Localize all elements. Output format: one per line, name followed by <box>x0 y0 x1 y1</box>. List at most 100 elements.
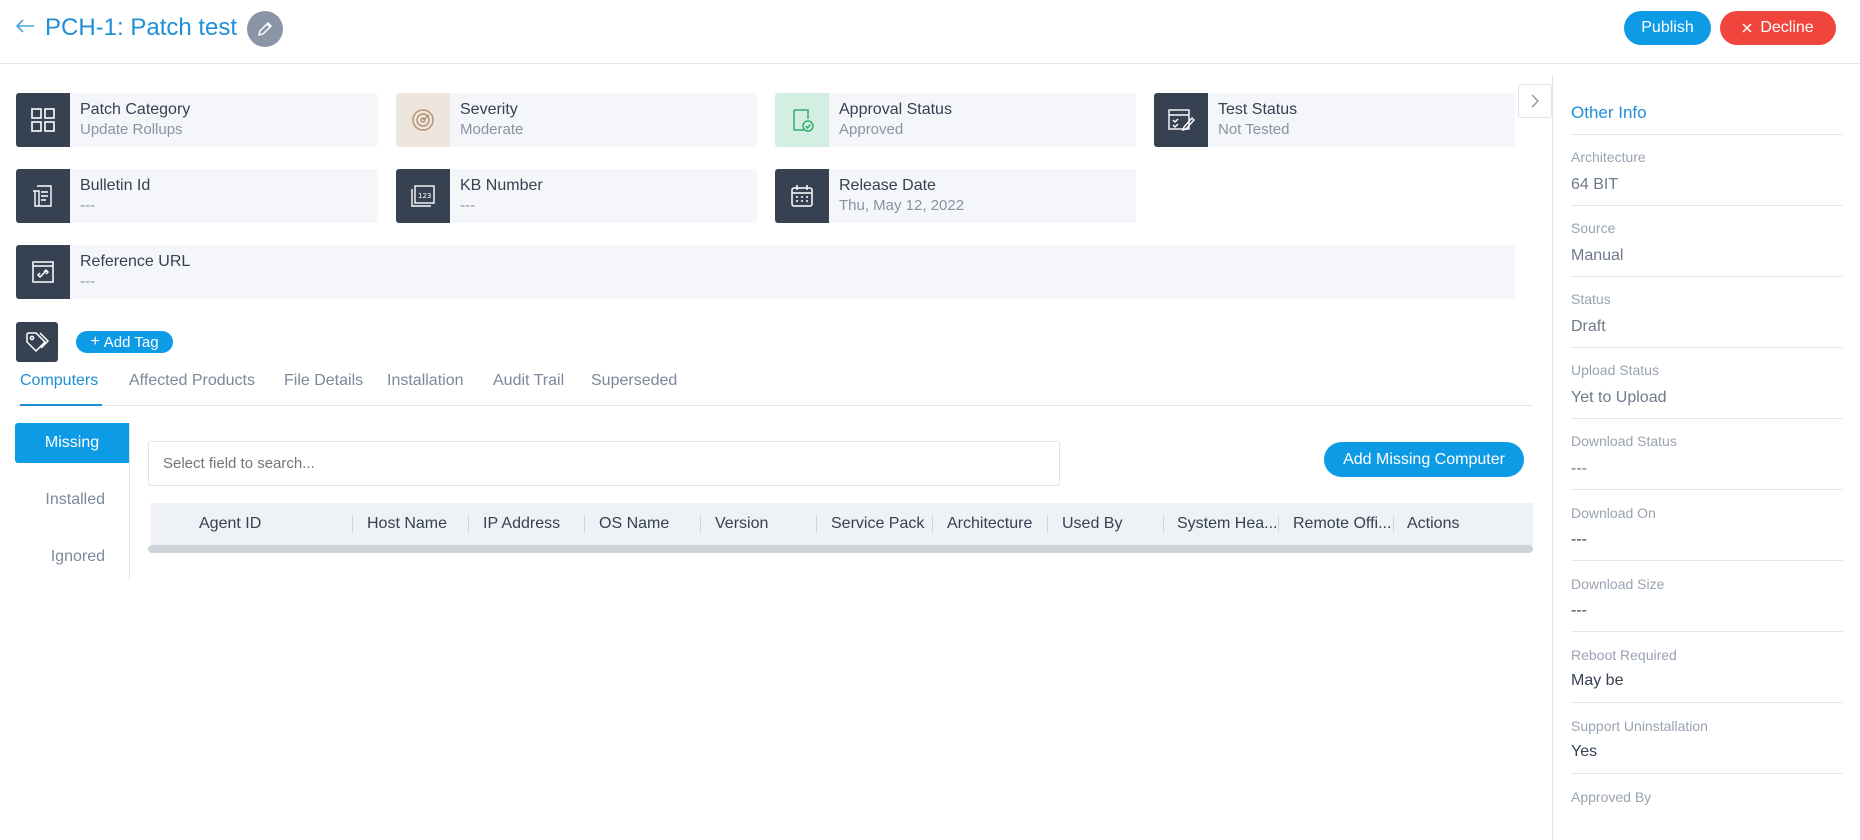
column-divider <box>1278 516 1279 532</box>
test-status-card: Test Status Not Tested <box>1154 93 1515 147</box>
info-label-upload-status: Upload Status <box>1571 362 1659 378</box>
card-label: Test Status <box>1218 101 1298 118</box>
divider <box>1571 702 1843 703</box>
chevron-right-icon <box>1531 94 1539 108</box>
column-version[interactable]: Version <box>715 503 768 545</box>
pencil-icon <box>257 21 273 37</box>
column-actions: Actions <box>1407 515 1460 532</box>
page-header: PCH-1: Patch test Publish Decline <box>0 0 1860 64</box>
column-divider <box>584 516 585 532</box>
info-value-upload-status: Yet to Upload <box>1571 389 1667 406</box>
info-value-source: Manual <box>1571 247 1624 264</box>
column-divider <box>1393 516 1394 532</box>
status-filter: Missing Installed Ignored <box>15 423 130 580</box>
collapse-panel-button[interactable] <box>1518 84 1552 118</box>
column-service-pack[interactable]: Service Pack <box>831 503 924 545</box>
divider <box>1571 631 1843 632</box>
add-tag-button[interactable]: + Add Tag <box>76 331 173 353</box>
info-value-status: Draft <box>1571 318 1606 335</box>
approved-check-icon <box>775 93 829 147</box>
card-label: Release Date <box>839 177 936 194</box>
tab-file-details[interactable]: File Details <box>284 366 363 406</box>
info-value-architecture: 64 BIT <box>1571 176 1619 193</box>
column-divider <box>816 516 817 532</box>
info-label-approved-by: Approved By <box>1571 789 1652 805</box>
info-value-reboot-required: May be <box>1571 672 1624 689</box>
kb-number-card: 123 KB Number --- <box>396 169 757 223</box>
reference-url-card: Reference URL --- <box>16 245 1515 299</box>
patch-category-card: Patch Category Update Rollups <box>16 93 378 147</box>
back-arrow-icon[interactable] <box>14 14 36 38</box>
card-label: Bulletin Id <box>80 177 151 194</box>
column-divider <box>1047 516 1048 532</box>
column-divider <box>468 516 469 532</box>
info-label-download-on: Download On <box>1571 505 1656 521</box>
edit-button[interactable] <box>247 11 283 47</box>
grid-icon <box>16 93 70 147</box>
column-agent-id[interactable]: Agent ID <box>199 503 261 545</box>
test-clipboard-icon <box>1154 93 1208 147</box>
info-label-architecture: Architecture <box>1571 149 1646 165</box>
column-used-by[interactable]: Used By <box>1062 503 1122 545</box>
info-value-download-size: --- <box>1571 602 1587 619</box>
card-value: Not Tested <box>1218 121 1290 138</box>
column-os-name[interactable]: OS Name <box>599 503 669 545</box>
card-value: --- <box>80 273 95 290</box>
divider <box>1571 560 1843 561</box>
tab-audit-trail[interactable]: Audit Trail <box>493 366 564 406</box>
column-divider <box>1163 516 1164 532</box>
column-host-name[interactable]: Host Name <box>367 503 447 545</box>
card-label: KB Number <box>460 177 543 194</box>
other-info-panel: Other Info Architecture 64 BIT Source Ma… <box>1552 75 1860 840</box>
divider <box>1571 276 1843 277</box>
filter-missing[interactable]: Missing <box>15 423 129 463</box>
tab-affected-products[interactable]: Affected Products <box>129 366 255 406</box>
add-tag-label: Add Tag <box>103 333 159 351</box>
card-label: Approval Status <box>839 101 952 118</box>
column-divider <box>352 516 353 532</box>
gauge-icon <box>396 93 450 147</box>
plus-icon: + <box>90 333 100 350</box>
add-missing-computer-button[interactable]: Add Missing Computer <box>1324 442 1524 477</box>
panel-title: Other Info <box>1571 103 1647 122</box>
filter-installed[interactable]: Installed <box>15 480 129 520</box>
card-value: Moderate <box>460 121 524 138</box>
divider <box>1571 489 1843 490</box>
divider <box>1571 134 1843 135</box>
card-value: Thu, May 12, 2022 <box>839 197 965 214</box>
calendar-icon <box>775 169 829 223</box>
tab-bar: Computers Affected Products File Details… <box>16 366 1533 406</box>
card-label: Reference URL <box>80 253 191 270</box>
horizontal-scrollbar[interactable] <box>148 545 1533 553</box>
filter-ignored[interactable]: Ignored <box>15 537 129 577</box>
info-value-download-status: --- <box>1571 460 1587 477</box>
info-label-source: Source <box>1571 220 1616 236</box>
publish-button[interactable]: Publish <box>1624 11 1711 45</box>
divider <box>1571 205 1843 206</box>
info-label-reboot-required: Reboot Required <box>1571 647 1677 663</box>
info-label-support-uninstallation: Support Uninstallation <box>1571 718 1708 734</box>
decline-label: Decline <box>1760 19 1814 36</box>
column-remote-office[interactable]: Remote Offi... <box>1293 503 1393 545</box>
info-value-support-uninstallation: Yes <box>1571 743 1598 760</box>
info-label-download-size: Download Size <box>1571 576 1665 592</box>
decline-button[interactable]: Decline <box>1720 11 1836 45</box>
card-label: Patch Category <box>80 101 191 118</box>
divider <box>1571 347 1843 348</box>
close-icon <box>1742 23 1752 33</box>
tab-computers[interactable]: Computers <box>20 366 102 406</box>
column-architecture[interactable]: Architecture <box>947 503 1032 545</box>
tab-superseded[interactable]: Superseded <box>591 366 677 406</box>
divider <box>1571 418 1843 419</box>
column-divider <box>700 516 701 532</box>
release-date-card: Release Date Thu, May 12, 2022 <box>775 169 1136 223</box>
card-value: Update Rollups <box>80 121 183 138</box>
bulletin-id-card: Bulletin Id --- <box>16 169 378 223</box>
tab-installation[interactable]: Installation <box>387 366 464 406</box>
search-input[interactable] <box>148 441 1060 486</box>
card-label: Severity <box>460 101 518 118</box>
severity-card: Severity Moderate <box>396 93 757 147</box>
card-value: --- <box>460 197 475 214</box>
column-ip-address[interactable]: IP Address <box>483 503 560 545</box>
column-system-health[interactable]: System Hea... <box>1177 503 1277 545</box>
